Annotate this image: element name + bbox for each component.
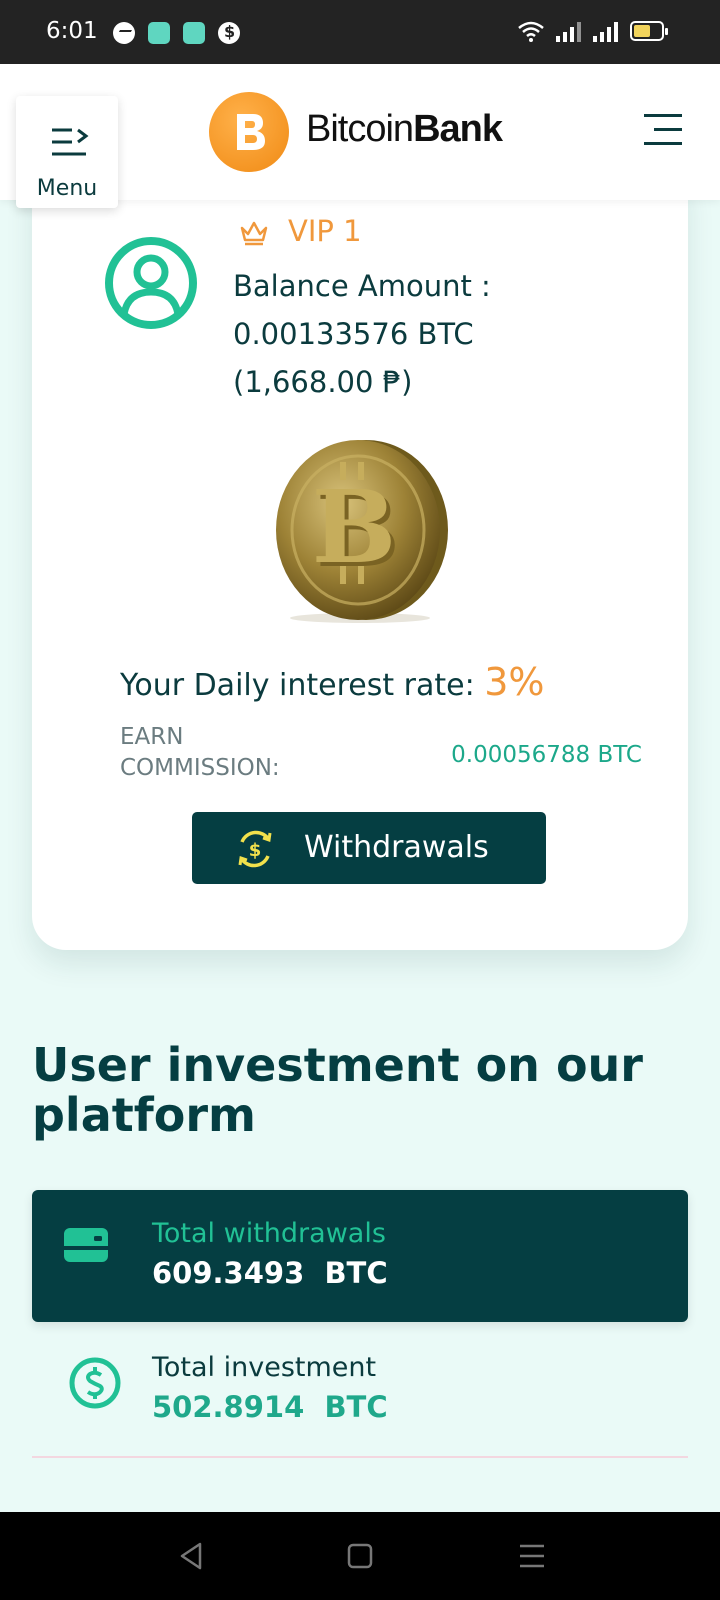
system-icons [518,20,668,42]
credit-card-icon [64,1228,108,1262]
dollar-coin-icon [69,1357,121,1409]
section-title: User investment on our platform [32,1038,643,1142]
svg-text:B: B [312,468,397,586]
user-avatar-icon [105,237,197,329]
total-investment-row: Total investment 502.8914 BTC [32,1330,688,1458]
wifi-icon [518,20,544,42]
menu-button[interactable]: Menu [16,96,118,208]
total-investment-label: Total investment [152,1352,377,1383]
earn-commission-line2: COMMISSION: [120,755,280,781]
balance-fiat: (1,668.00 ₱) [233,365,413,399]
messenger-icon [113,22,135,44]
hamburger-menu-icon[interactable] [644,112,682,148]
app-icon [218,22,240,44]
status-bar: 6:01 [0,0,720,64]
total-withdrawals-value: 609.3493 BTC [152,1256,388,1290]
daily-interest: Your Daily interest rate: 3% [120,660,545,704]
menu-arrow-icon [52,128,89,156]
battery-icon [630,21,668,41]
withdrawals-label: Withdrawals [304,830,489,865]
home-icon[interactable] [342,1538,378,1574]
section-divider [32,1456,688,1458]
account-card: VIP 1 Balance Amount : 0.00133576 BTC (1… [32,160,688,950]
total-investment-value: 502.8914 BTC [152,1390,388,1424]
bitcoinbank-logo-icon[interactable] [209,92,289,172]
earn-commission-line1: EARN [120,724,184,750]
app-icon [183,22,205,44]
vip-level: VIP 1 [288,214,362,248]
total-withdrawals-card: Total withdrawals 609.3493 BTC [32,1190,688,1322]
total-withdrawals-label: Total withdrawals [152,1218,386,1249]
app-icon [148,22,170,44]
earn-commission-label: EARN COMMISSION: [120,722,280,784]
balance-btc: 0.00133576 BTC [233,317,474,351]
dollar-exchange-icon: $ [238,830,272,868]
balance-info: Balance Amount : 0.00133576 BTC (1,668.0… [233,262,491,406]
interest-label: Your Daily interest rate: [120,668,485,703]
svg-text:$: $ [249,840,262,861]
system-nav-bar [0,1512,720,1600]
balance-label: Balance Amount : [233,269,491,303]
status-time: 6:01 [46,18,98,44]
earn-commission-value: 0.00056788 BTC [451,742,642,768]
interest-rate: 3% [484,660,545,704]
brand-name[interactable]: BitcoinBank [306,108,503,151]
signal-icon [593,20,618,42]
bitcoin-coin-image: B B [276,440,448,623]
app-header: Menu BitcoinBank [0,64,720,208]
crown-icon [240,221,268,246]
signal-icon [556,20,581,42]
back-icon[interactable] [174,1538,210,1574]
withdrawals-button[interactable]: $ Withdrawals [192,812,546,884]
menu-label: Menu [36,176,98,201]
recent-apps-icon[interactable] [514,1538,550,1574]
